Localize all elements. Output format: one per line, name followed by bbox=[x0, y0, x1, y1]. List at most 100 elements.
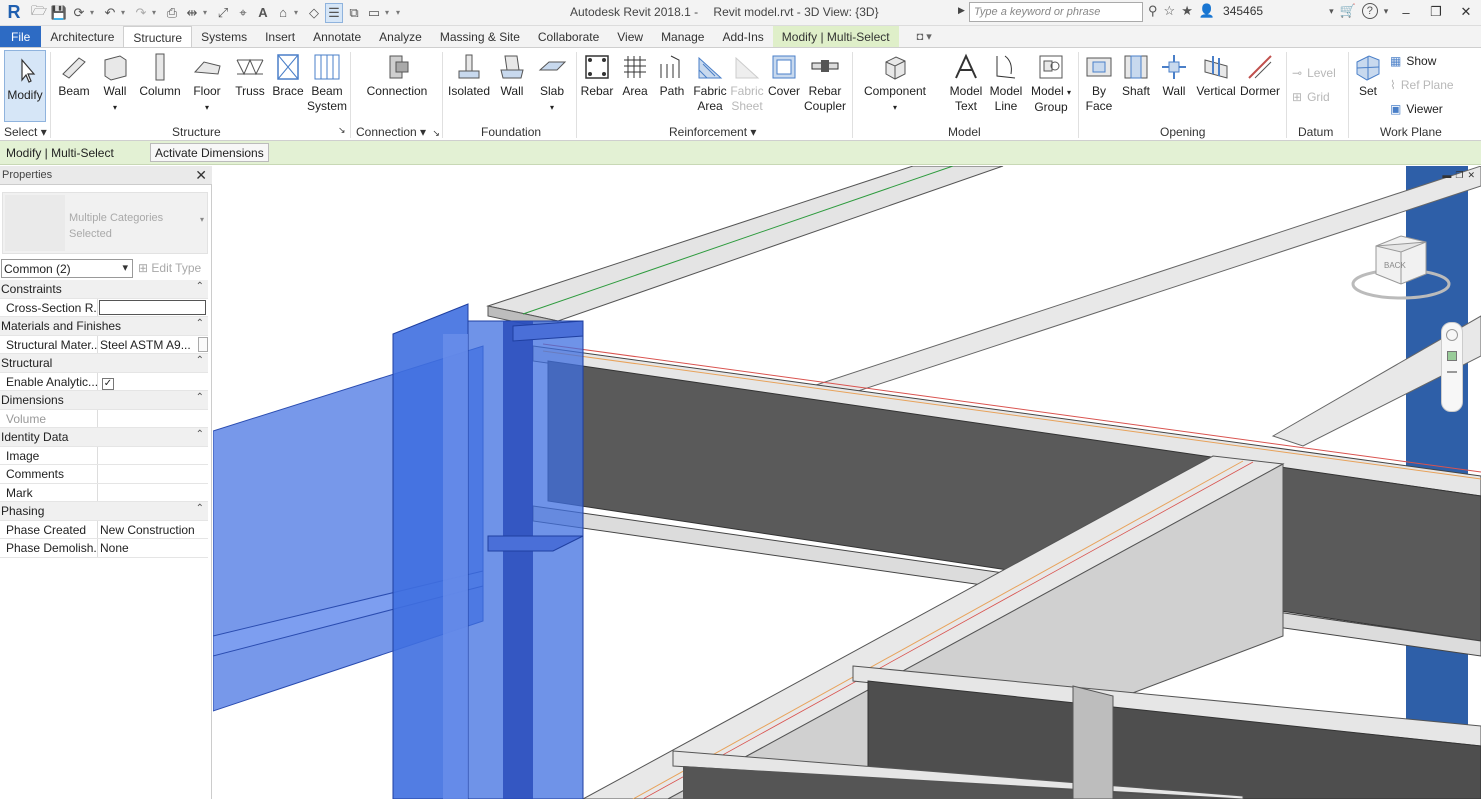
brace-button[interactable]: Brace bbox=[270, 52, 306, 99]
slab-foundation-button[interactable]: Slab ▾ bbox=[533, 52, 571, 115]
thin-lines-icon[interactable]: ☰ bbox=[325, 2, 343, 23]
tab-structure[interactable]: Structure bbox=[123, 26, 193, 47]
tag-icon[interactable]: ⌖ bbox=[234, 3, 252, 23]
group-constraints[interactable]: Constraints ⌃ bbox=[0, 280, 208, 299]
open-icon[interactable]: 🗁 bbox=[30, 3, 48, 23]
component-button[interactable]: Component ▾ bbox=[860, 52, 930, 115]
top-beam-flange[interactable] bbox=[486, 166, 1004, 322]
tab-add-ins[interactable]: Add-Ins bbox=[713, 26, 772, 47]
collapse-icon[interactable]: ⌃ bbox=[196, 281, 204, 292]
collapse-icon[interactable]: ⌃ bbox=[196, 318, 204, 329]
group-dimensions[interactable]: Dimensions ⌃ bbox=[0, 391, 208, 410]
column-button[interactable]: Column bbox=[137, 52, 183, 99]
vertical-opening-button[interactable]: Vertical bbox=[1194, 52, 1238, 99]
opening-by-face-button[interactable]: By Face bbox=[1080, 52, 1118, 114]
tab-file[interactable]: File bbox=[0, 26, 42, 47]
tab-modify-multi-select[interactable]: Modify | Multi-Select bbox=[772, 26, 899, 47]
close-icon[interactable]: ✕ bbox=[1451, 0, 1481, 24]
search-input[interactable]: Type a keyword or phrase bbox=[969, 2, 1143, 22]
rebar-coupler-button[interactable]: Rebar Coupler bbox=[803, 52, 847, 114]
customize-qat-icon[interactable]: ▾ bbox=[396, 8, 405, 17]
cover-button[interactable]: Cover bbox=[766, 52, 802, 99]
group-materials-finishes[interactable]: Materials and Finishes ⌃ bbox=[0, 317, 208, 336]
section-icon[interactable]: ◇ bbox=[305, 3, 323, 23]
isolated-foundation-button[interactable]: Isolated bbox=[446, 52, 492, 99]
save-icon[interactable]: 💾 bbox=[50, 3, 68, 23]
favorites-icon[interactable]: ★ bbox=[1181, 3, 1193, 19]
zoom-icon[interactable] bbox=[1447, 351, 1457, 361]
3d-view-canvas[interactable]: ▬ ❐ ✕ BACK bbox=[213, 166, 1481, 799]
rebar-button[interactable]: Rebar bbox=[578, 52, 616, 99]
comments-value[interactable] bbox=[98, 465, 208, 483]
tab-architecture[interactable]: Architecture bbox=[41, 26, 123, 47]
chevron-down-icon[interactable]: ▾ bbox=[121, 8, 130, 17]
binoculars-icon[interactable]: ⚲ bbox=[1148, 3, 1158, 19]
type-selector[interactable]: Multiple Categories Selected ▾ bbox=[2, 192, 208, 254]
default-3d-view-icon[interactable]: ⌂ bbox=[274, 3, 292, 23]
collapse-icon[interactable]: ⌃ bbox=[196, 503, 204, 514]
minimize-icon[interactable]: ▬ bbox=[1442, 170, 1451, 181]
tab-insert[interactable]: Insert bbox=[256, 26, 304, 47]
viewcube[interactable]: BACK bbox=[1346, 228, 1456, 308]
model-line-button[interactable]: Model Line bbox=[986, 52, 1026, 114]
shaft-opening-button[interactable]: Shaft bbox=[1118, 52, 1154, 99]
ref-plane-button[interactable]: ⌇ Ref Plane bbox=[1390, 78, 1454, 92]
ribbon-display-toggle-icon[interactable]: ◘ ▾ bbox=[917, 30, 932, 47]
steel-structure-model[interactable] bbox=[213, 166, 1481, 799]
print-icon[interactable]: ⎙ bbox=[163, 3, 181, 23]
structural-material-value[interactable]: Steel ASTM A9... bbox=[98, 336, 208, 354]
edit-type-button[interactable]: ⊞ Edit Type bbox=[138, 261, 201, 275]
minimize-icon[interactable]: – bbox=[1391, 0, 1421, 24]
chevron-down-icon[interactable]: ▾ bbox=[203, 8, 212, 17]
phase-demolished-value[interactable]: None bbox=[98, 539, 208, 557]
sync-icon[interactable]: ⟳ bbox=[70, 3, 88, 23]
chevron-down-icon[interactable]: ▾ bbox=[1329, 6, 1334, 17]
restore-icon[interactable]: ❐ bbox=[1455, 170, 1463, 181]
user-icon[interactable]: 👤 bbox=[1199, 3, 1215, 19]
modify-button[interactable]: Modify bbox=[4, 56, 46, 103]
subscription-icon[interactable]: ☆ bbox=[1164, 3, 1176, 19]
chevron-down-icon[interactable]: ▾ bbox=[294, 8, 303, 17]
chevron-down-icon[interactable] bbox=[1447, 371, 1457, 373]
mark-value[interactable] bbox=[98, 484, 208, 502]
close-hidden-windows-icon[interactable]: ⧉ bbox=[345, 3, 363, 23]
grid-button[interactable]: ⊞ Grid bbox=[1292, 90, 1330, 104]
collapse-icon[interactable]: ⌃ bbox=[196, 429, 204, 440]
viewer-button[interactable]: ▣ Viewer bbox=[1390, 102, 1443, 116]
level-button[interactable]: ⊸ Level bbox=[1292, 66, 1336, 80]
cart-icon[interactable]: 🛒 bbox=[1340, 3, 1356, 19]
fabric-sheet-button[interactable]: Fabric Sheet bbox=[729, 52, 765, 114]
category-filter-select[interactable]: Common (2) bbox=[1, 259, 133, 278]
beam-system-button[interactable]: Beam System bbox=[307, 52, 347, 114]
dialog-launcher-icon[interactable]: ↘ bbox=[338, 125, 346, 136]
text-icon[interactable]: A bbox=[254, 3, 272, 23]
group-structural[interactable]: Structural ⌃ bbox=[0, 354, 208, 373]
close-icon[interactable]: ✕ bbox=[1467, 170, 1475, 181]
model-group-button[interactable]: Model ▾ Group bbox=[1028, 52, 1074, 115]
chevron-down-icon[interactable]: ▾ bbox=[1384, 6, 1389, 17]
chevron-down-icon[interactable]: ▾ bbox=[385, 8, 394, 17]
browse-button[interactable] bbox=[198, 336, 208, 352]
user-name[interactable]: 345465 bbox=[1223, 4, 1263, 18]
undo-icon[interactable]: ↶ bbox=[101, 3, 119, 23]
tab-annotate[interactable]: Annotate bbox=[304, 26, 370, 47]
collapse-icon[interactable]: ⌃ bbox=[196, 355, 204, 366]
select-panel-label[interactable]: Select ▾ bbox=[4, 125, 47, 139]
truss-button[interactable]: Truss bbox=[230, 52, 270, 99]
group-identity-data[interactable]: Identity Data ⌃ bbox=[0, 428, 208, 447]
tab-view[interactable]: View bbox=[608, 26, 652, 47]
group-phasing[interactable]: Phasing ⌃ bbox=[0, 502, 208, 521]
measure-icon[interactable]: ⇹ bbox=[183, 3, 201, 23]
help-icon[interactable]: ? bbox=[1361, 3, 1378, 19]
dormer-button[interactable]: Dormer bbox=[1238, 52, 1282, 99]
connection-button[interactable]: Connection bbox=[360, 52, 434, 99]
set-work-plane-button[interactable]: Set bbox=[1350, 52, 1386, 99]
close-icon[interactable]: ✕ bbox=[195, 167, 207, 184]
activate-dimensions-button[interactable]: Activate Dimensions bbox=[150, 143, 269, 162]
tab-analyze[interactable]: Analyze bbox=[370, 26, 431, 47]
restore-icon[interactable]: ❐ bbox=[1421, 0, 1451, 24]
reinforcement-panel-label[interactable]: Reinforcement ▾ bbox=[669, 125, 756, 139]
tab-massing-site[interactable]: Massing & Site bbox=[431, 26, 529, 47]
chevron-down-icon[interactable]: ▾ bbox=[152, 8, 161, 17]
beam-button[interactable]: Beam bbox=[54, 52, 94, 99]
